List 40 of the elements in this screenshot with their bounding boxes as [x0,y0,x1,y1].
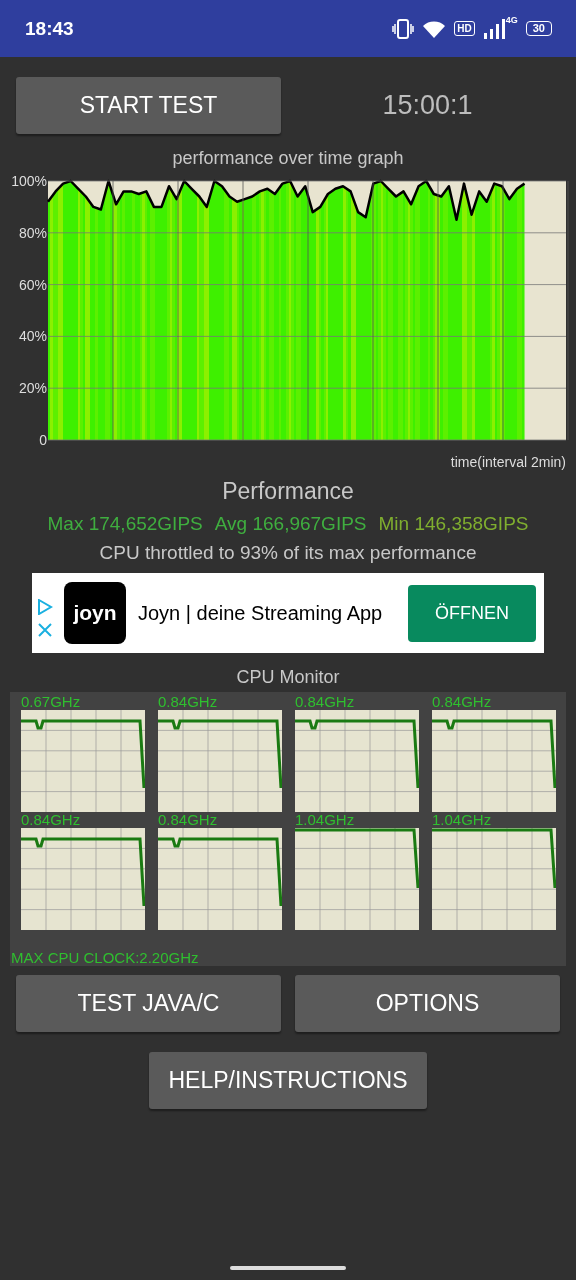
core-frequency: 0.84GHz [158,812,219,828]
close-icon[interactable] [38,623,52,637]
y-tick-label: 0 [39,432,47,448]
max-cpu-clock: MAX CPU CLOCK:2.20GHz [11,950,199,966]
ad-title: Joyn | deine Streaming App [137,600,384,626]
performance-stat: Max 174,652GIPS [47,513,203,535]
cpu-monitor-title: CPU Monitor [235,667,341,688]
core-frequency: 0.84GHz [158,694,219,710]
y-tick-label: 40% [18,328,47,345]
performance-stat: Min 146,358GIPS [378,513,529,535]
core-frequency: 0.84GHz [295,694,356,710]
hd-badge: HD [454,21,475,36]
core-frequency: 0.84GHz [21,812,82,828]
y-tick-label: 100% [11,173,47,189]
throttle-message: CPU throttled to 93% of its max performance [98,542,478,564]
x-axis-label: time(interval 2min) [450,454,566,470]
clock: 18:43 [25,17,75,40]
core-frequency: 1.04GHz [295,812,356,828]
ad-choices-icon[interactable] [37,599,53,615]
signal-icon [482,18,505,39]
menu-button[interactable]: TEST JAVA/C [16,975,281,1032]
graph-title: performance over time graph [171,148,405,169]
help-button[interactable]: HELP/INSTRUCTIONS [149,1052,427,1109]
core-frequency: 0.67GHz [21,694,82,710]
network-type: 4G [505,14,518,25]
menu-button[interactable]: OPTIONS [295,975,560,1032]
performance-stat: Avg 166,967GIPS [214,513,367,535]
performance-title: Performance [221,478,355,505]
timer: 15:00:1 [381,90,474,121]
battery-level: 30 [525,21,552,36]
y-tick-label: 80% [18,224,47,241]
open-button[interactable]: ÖFFNEN [408,584,536,642]
home-indicator[interactable] [230,1266,346,1270]
y-tick-label: 20% [18,380,47,397]
core-frequency: 0.84GHz [432,694,493,710]
y-tick-label: 60% [18,276,47,293]
core-frequency: 1.04GHz [432,812,493,828]
start-test-button[interactable]: START TEST [16,77,281,134]
app-logo: joyn [64,582,126,644]
vibrate-icon [392,18,415,39]
